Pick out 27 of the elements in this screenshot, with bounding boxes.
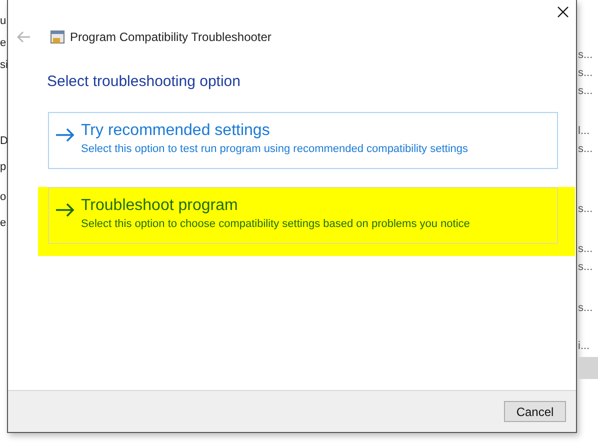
arrow-icon [55,202,75,216]
background-text: o [0,190,7,204]
background-text: si [0,58,7,72]
list-row-highlight [578,357,598,379]
arrow-icon [55,128,75,142]
background-text: p [0,160,7,174]
background-text: s... [578,260,594,274]
background-text: s... [578,48,594,62]
background-text: u [0,14,7,28]
cancel-button[interactable]: Cancel [504,401,566,422]
background-text: e [0,216,7,230]
background-text: e [0,36,7,50]
background-text: l... [578,124,591,138]
background-text: s... [578,202,594,216]
page-heading: Select troubleshooting option [47,72,242,92]
background-text: s... [578,66,594,80]
close-icon [557,6,569,18]
background-text: i... [578,339,591,353]
back-arrow-icon [17,31,31,43]
option-link[interactable]: Troubleshoot program Select this option to choose compatibility settings based on problems you notice [48,186,558,244]
window-title: Program Compatibility Troubleshooter [70,29,272,46]
background-text: s... [578,301,594,315]
background-text: s... [578,142,594,156]
option-link[interactable]: Try recommended settings Select this option to test run program using recommended compatibility settings [48,112,558,168]
background-text: s... [578,84,594,98]
program-icon [50,30,65,44]
background-text: s... [578,242,594,256]
